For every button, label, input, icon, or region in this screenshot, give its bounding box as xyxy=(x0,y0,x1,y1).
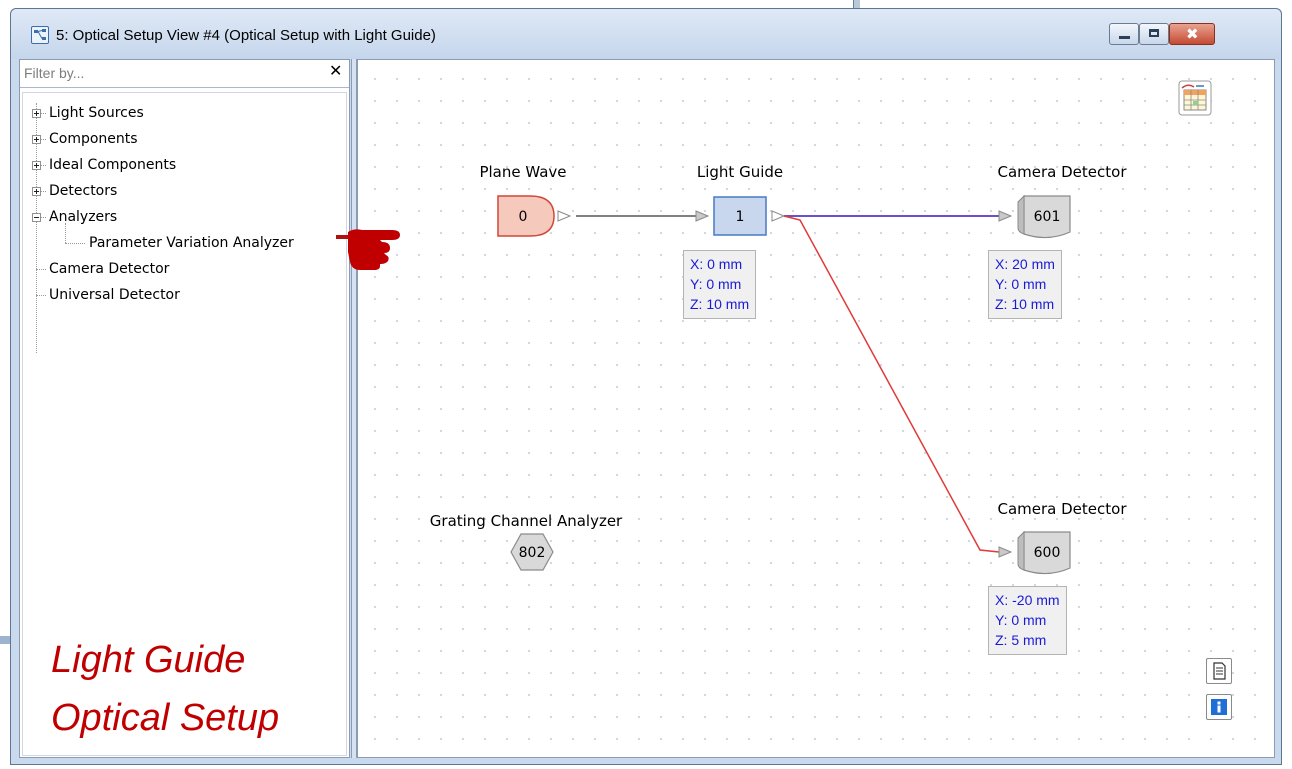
node-id: 802 xyxy=(519,545,546,561)
document-icon xyxy=(1213,662,1226,680)
node-label-plane-wave: Plane Wave xyxy=(479,163,567,181)
input-port-icon xyxy=(998,546,1013,558)
tree-connector xyxy=(65,243,85,244)
node-label-camera-detector: Camera Detector xyxy=(997,500,1127,518)
window-title: 5: Optical Setup View #4 (Optical Setup … xyxy=(56,27,436,44)
tree-item-label: Parameter Variation Analyzer xyxy=(89,235,294,251)
output-port-icon xyxy=(771,210,786,222)
tree-item-label: Light Sources xyxy=(49,105,144,121)
coordinates-camera-detector-600: X: -20 mm Y: 0 mm Z: 5 mm xyxy=(988,586,1067,655)
expand-plus-icon[interactable] xyxy=(32,109,41,118)
coordinates-light-guide: X: 0 mm Y: 0 mm Z: 10 mm xyxy=(683,250,757,319)
document-button[interactable] xyxy=(1206,658,1232,684)
background-window-edge xyxy=(853,0,860,8)
node-grating-channel-analyzer[interactable]: 802 xyxy=(510,533,554,571)
node-id: 600 xyxy=(1034,545,1061,561)
close-icon: ✖ xyxy=(1186,25,1199,43)
node-label-camera-detector: Camera Detector xyxy=(997,163,1127,181)
minimize-icon xyxy=(1119,36,1130,39)
connection-guide-to-camera-600 xyxy=(783,215,1000,553)
pointing-hand-icon xyxy=(336,229,400,270)
coord-y: Y: 0 mm xyxy=(995,276,1047,292)
caption-line-1: Light Guide xyxy=(51,639,246,681)
info-icon xyxy=(1211,699,1227,715)
table-view-icon[interactable] xyxy=(1178,80,1212,116)
node-label-grating-channel-analyzer: Grating Channel Analyzer xyxy=(429,512,623,530)
coord-z: Z: 5 mm xyxy=(995,632,1047,648)
node-camera-detector-601[interactable]: 601 xyxy=(1017,194,1071,239)
node-light-guide[interactable]: 1 xyxy=(713,196,767,236)
node-label-light-guide: Light Guide xyxy=(696,163,784,181)
coord-y: Y: 0 mm xyxy=(690,276,742,292)
tree-connector xyxy=(36,269,46,270)
tree-item-camera-detector[interactable]: Camera Detector xyxy=(49,259,169,279)
maximize-button[interactable] xyxy=(1139,23,1169,45)
input-port-icon xyxy=(998,210,1013,222)
coord-z: Z: 10 mm xyxy=(995,296,1055,312)
maximize-icon xyxy=(1149,29,1159,37)
filter-input[interactable] xyxy=(24,63,314,83)
coord-x: X: 0 mm xyxy=(690,256,743,272)
tree-item-label: Detectors xyxy=(49,183,118,199)
tree-item-universal-detector[interactable]: Universal Detector xyxy=(49,285,180,305)
clear-filter-icon[interactable]: ✕ xyxy=(329,61,342,80)
tree-item-label: Camera Detector xyxy=(49,261,170,277)
node-id: 601 xyxy=(1034,209,1061,225)
info-button[interactable] xyxy=(1206,694,1232,720)
tree-item-label: Ideal Components xyxy=(49,157,177,173)
tree-item-label: Analyzers xyxy=(49,209,118,225)
tree-item-parameter-variation-analyzer[interactable]: Parameter Variation Analyzer xyxy=(89,233,294,253)
close-button[interactable]: ✖ xyxy=(1169,23,1215,45)
tree-item-label: Universal Detector xyxy=(49,287,180,303)
coord-y: Y: 0 mm xyxy=(995,612,1047,628)
node-id: 1 xyxy=(736,209,745,225)
input-port-icon xyxy=(695,210,710,222)
node-plane-wave[interactable]: 0 xyxy=(497,195,555,237)
tree-connector xyxy=(36,295,46,296)
title-bar[interactable]: 5: Optical Setup View #4 (Optical Setup … xyxy=(11,9,1281,59)
optical-setup-icon[interactable] xyxy=(31,26,49,44)
expand-plus-icon[interactable] xyxy=(32,187,41,196)
expand-plus-icon[interactable] xyxy=(32,161,41,170)
coord-x: X: -20 mm xyxy=(995,592,1060,608)
expand-plus-icon[interactable] xyxy=(32,135,41,144)
filter-box: ✕ xyxy=(20,60,349,88)
node-id: 0 xyxy=(519,209,528,225)
coord-z: Z: 10 mm xyxy=(690,296,750,312)
caption-line-2: Optical Setup xyxy=(51,697,280,739)
minimize-button[interactable] xyxy=(1109,23,1139,45)
optical-setup-window: 5: Optical Setup View #4 (Optical Setup … xyxy=(10,8,1282,765)
coord-x: X: 20 mm xyxy=(995,256,1055,272)
node-camera-detector-600[interactable]: 600 xyxy=(1017,530,1071,575)
collapse-minus-icon[interactable] xyxy=(32,213,41,222)
optical-setup-canvas[interactable]: 0 1 601 600 802 Plane Wave Light Guide C… xyxy=(357,59,1275,758)
output-port-icon xyxy=(557,210,572,222)
coordinates-camera-detector-601: X: 20 mm Y: 0 mm Z: 10 mm xyxy=(988,250,1062,319)
tree-item-label: Components xyxy=(49,131,138,147)
